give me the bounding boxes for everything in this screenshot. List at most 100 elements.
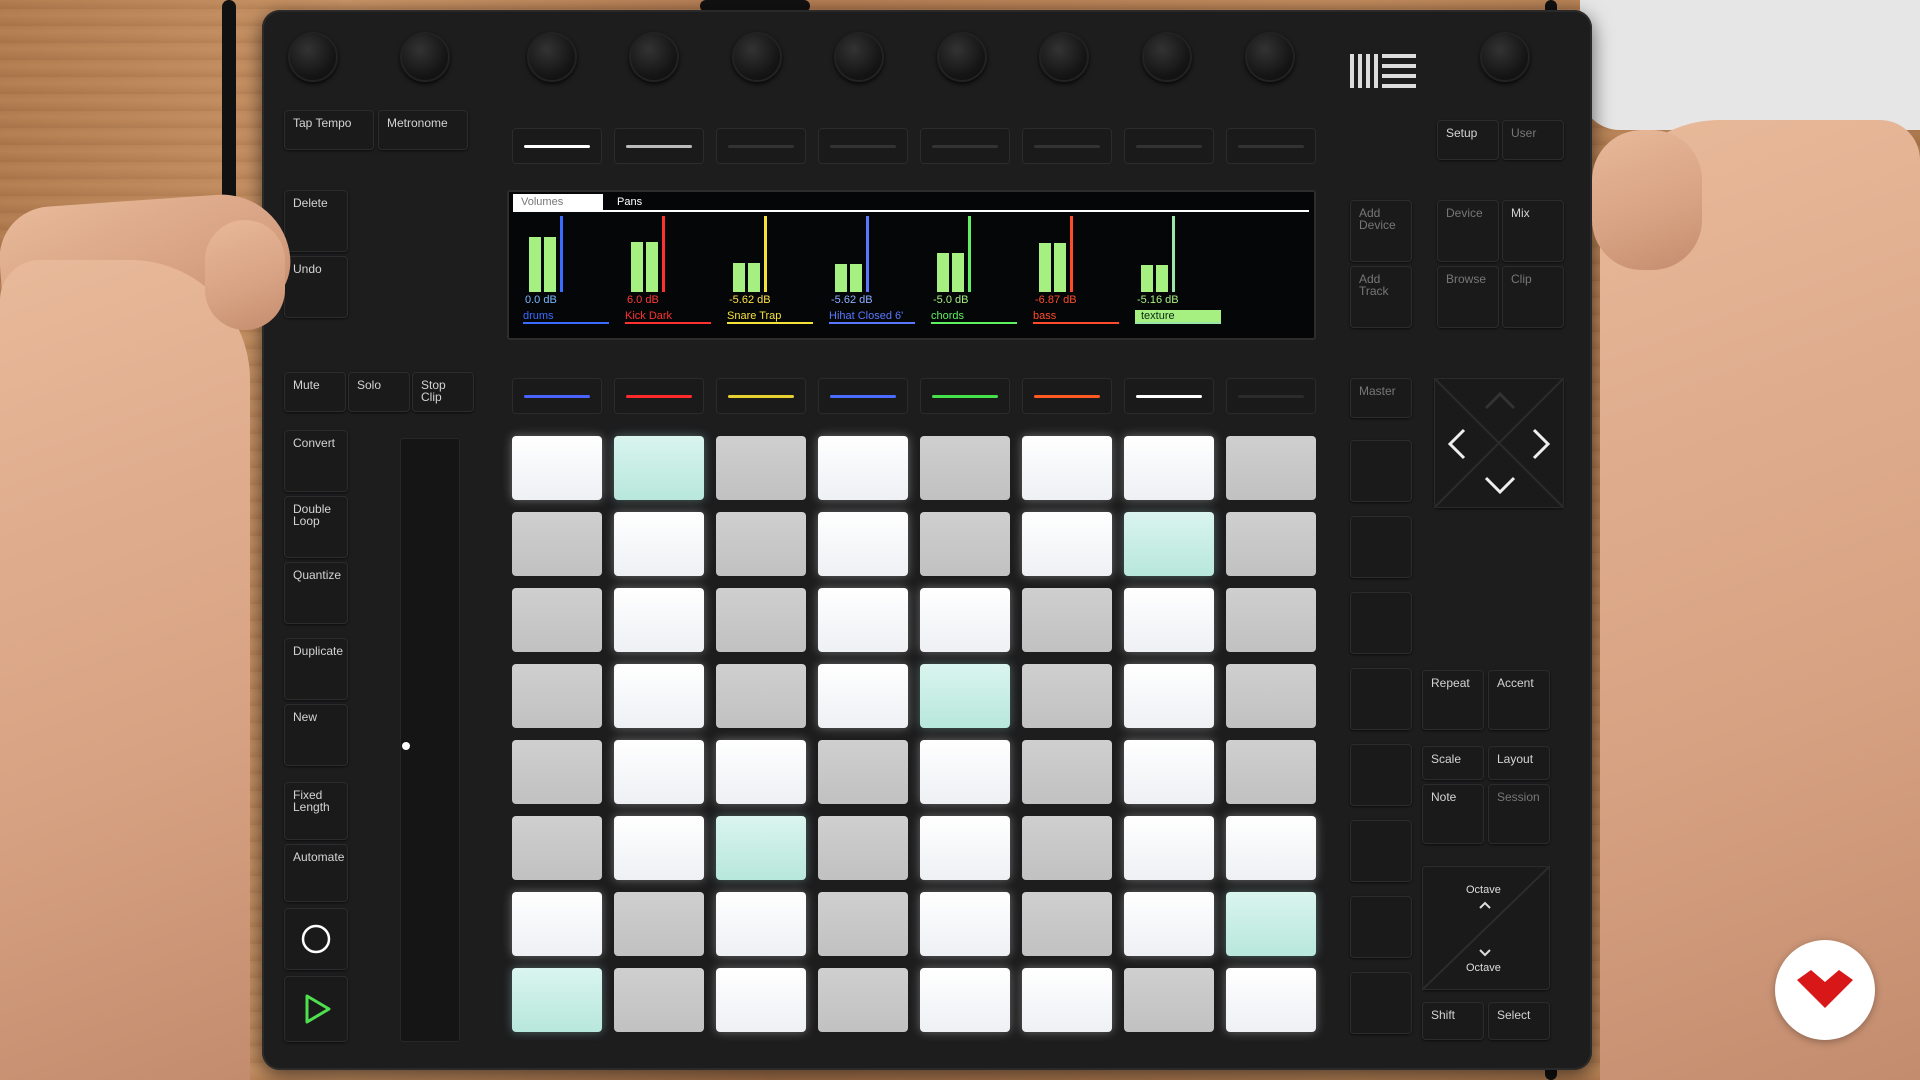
add-device-button[interactable]: Add Device <box>1350 200 1412 262</box>
pad[interactable] <box>716 664 806 728</box>
new-button[interactable]: New <box>284 704 348 766</box>
pad[interactable] <box>512 816 602 880</box>
track-select-button-8[interactable] <box>1226 378 1316 414</box>
pad[interactable] <box>1226 664 1316 728</box>
pad[interactable] <box>1022 588 1112 652</box>
pad[interactable] <box>614 892 704 956</box>
track-select-button-3[interactable] <box>716 378 806 414</box>
pad[interactable] <box>920 968 1010 1032</box>
clip-button[interactable]: Clip <box>1502 266 1564 328</box>
stop-clip-button[interactable]: Stop Clip <box>412 372 474 412</box>
pad[interactable] <box>1226 816 1316 880</box>
pad[interactable] <box>614 512 704 576</box>
pad[interactable] <box>1226 740 1316 804</box>
master-button[interactable]: Master <box>1350 378 1412 418</box>
track-select-button-5[interactable] <box>920 378 1010 414</box>
pad[interactable] <box>1226 968 1316 1032</box>
pad[interactable] <box>920 512 1010 576</box>
automate-button[interactable]: Automate <box>284 844 348 902</box>
track-select-button-2[interactable] <box>614 378 704 414</box>
pad[interactable] <box>818 512 908 576</box>
pad[interactable] <box>1124 968 1214 1032</box>
track-select-button-6[interactable] <box>1022 378 1112 414</box>
pad[interactable] <box>1124 436 1214 500</box>
quantize-button[interactable]: Quantize <box>284 562 348 624</box>
pad[interactable] <box>1124 664 1214 728</box>
pad[interactable] <box>1022 892 1112 956</box>
pad[interactable] <box>920 436 1010 500</box>
upper-row-button-3[interactable] <box>716 128 806 164</box>
setup-button[interactable]: Setup <box>1437 120 1499 160</box>
scene-launch-button[interactable] <box>1350 820 1412 882</box>
pad[interactable] <box>512 968 602 1032</box>
pad[interactable] <box>818 588 908 652</box>
user-button[interactable]: User <box>1502 120 1564 160</box>
upper-row-button-7[interactable] <box>1124 128 1214 164</box>
pad[interactable] <box>1226 892 1316 956</box>
scene-launch-button[interactable] <box>1350 592 1412 654</box>
pad[interactable] <box>716 588 806 652</box>
pad[interactable] <box>1226 512 1316 576</box>
master-volume-knob[interactable] <box>1480 32 1530 82</box>
double-loop-button[interactable]: Double Loop <box>284 496 348 558</box>
touch-strip[interactable] <box>400 438 460 1042</box>
pad[interactable] <box>1226 436 1316 500</box>
scene-launch-button[interactable] <box>1350 516 1412 578</box>
pad[interactable] <box>512 512 602 576</box>
encoder-knob[interactable] <box>937 32 987 82</box>
encoder-knob[interactable] <box>1142 32 1192 82</box>
octave-pad[interactable]: Octave Octave <box>1422 866 1550 990</box>
pad[interactable] <box>512 892 602 956</box>
pad[interactable] <box>818 968 908 1032</box>
encoder-knob[interactable] <box>527 32 577 82</box>
pad[interactable] <box>920 740 1010 804</box>
pad[interactable] <box>1022 664 1112 728</box>
encoder-knob[interactable] <box>732 32 782 82</box>
pad[interactable] <box>1124 740 1214 804</box>
encoder-knob[interactable] <box>629 32 679 82</box>
pad[interactable] <box>614 740 704 804</box>
device-button[interactable]: Device <box>1437 200 1499 262</box>
pad[interactable] <box>818 664 908 728</box>
solo-button[interactable]: Solo <box>348 372 410 412</box>
pad[interactable] <box>512 740 602 804</box>
upper-row-button-6[interactable] <box>1022 128 1112 164</box>
accent-button[interactable]: Accent <box>1488 670 1550 730</box>
pad[interactable] <box>920 892 1010 956</box>
record-button[interactable] <box>284 908 348 970</box>
pad[interactable] <box>1124 588 1214 652</box>
select-button[interactable]: Select <box>1488 1002 1550 1040</box>
pad[interactable] <box>1022 740 1112 804</box>
metronome-button[interactable]: Metronome <box>378 110 468 150</box>
pad[interactable] <box>818 892 908 956</box>
pad[interactable] <box>716 892 806 956</box>
upper-row-button-5[interactable] <box>920 128 1010 164</box>
scene-launch-button[interactable] <box>1350 972 1412 1034</box>
repeat-button[interactable]: Repeat <box>1422 670 1484 730</box>
encoder-knob[interactable] <box>400 32 450 82</box>
upper-row-button-2[interactable] <box>614 128 704 164</box>
pad[interactable] <box>920 816 1010 880</box>
pad[interactable] <box>920 588 1010 652</box>
shift-button[interactable]: Shift <box>1422 1002 1484 1040</box>
pad[interactable] <box>1022 968 1112 1032</box>
track-select-button-7[interactable] <box>1124 378 1214 414</box>
add-track-button[interactable]: Add Track <box>1350 266 1412 328</box>
mute-button[interactable]: Mute <box>284 372 346 412</box>
browse-button[interactable]: Browse <box>1437 266 1499 328</box>
undo-button[interactable]: Undo <box>284 256 348 318</box>
track-select-button-4[interactable] <box>818 378 908 414</box>
scene-launch-button[interactable] <box>1350 668 1412 730</box>
pad[interactable] <box>1124 892 1214 956</box>
pad[interactable] <box>1226 588 1316 652</box>
pad[interactable] <box>716 740 806 804</box>
pad[interactable] <box>1124 816 1214 880</box>
pad[interactable] <box>1022 436 1112 500</box>
pad[interactable] <box>716 512 806 576</box>
pad[interactable] <box>818 740 908 804</box>
delete-button[interactable]: Delete <box>284 190 348 252</box>
pad[interactable] <box>614 664 704 728</box>
pad[interactable] <box>716 436 806 500</box>
scene-launch-button[interactable] <box>1350 440 1412 502</box>
upper-row-button-8[interactable] <box>1226 128 1316 164</box>
